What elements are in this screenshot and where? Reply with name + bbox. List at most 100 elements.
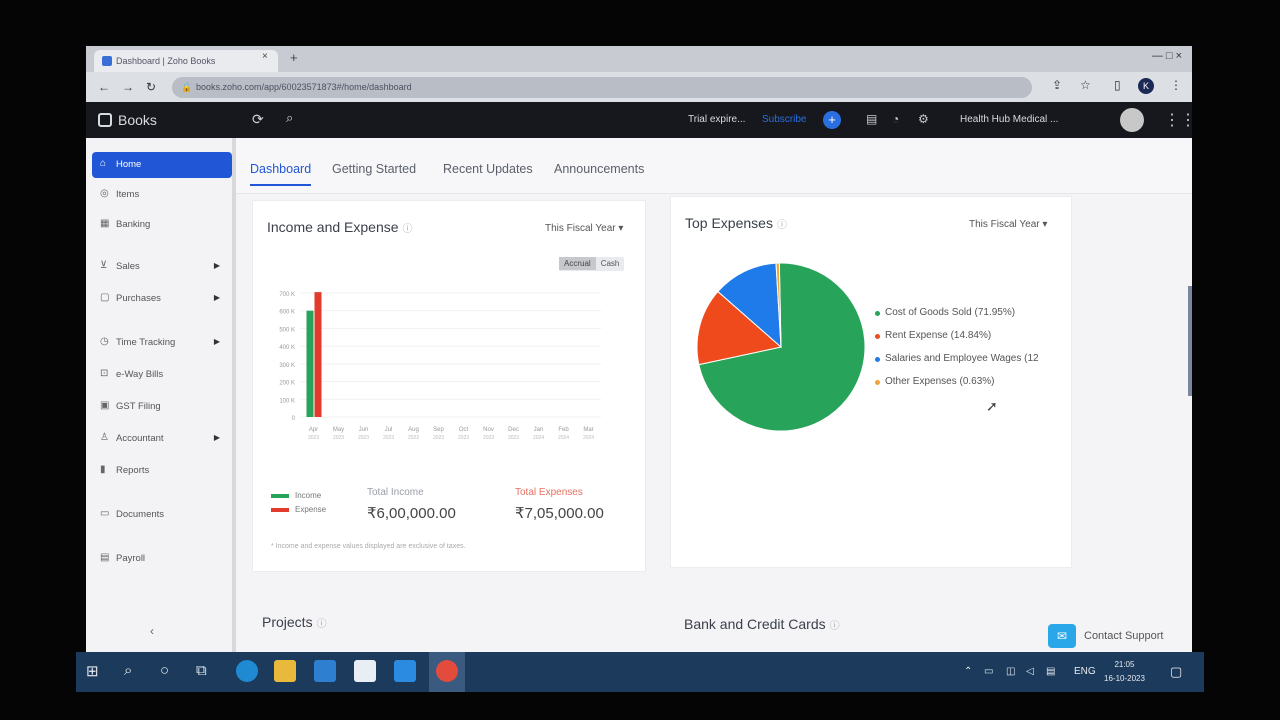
top-expenses-legend: Cost of Goods Sold (71.95%) Rent Expense … bbox=[875, 307, 1065, 399]
search-icon[interactable]: ⌕ bbox=[124, 662, 132, 679]
quick-create-button[interactable]: + bbox=[823, 111, 841, 129]
reports-icon: ▮ bbox=[100, 464, 106, 475]
accrual-option[interactable]: Accrual bbox=[559, 257, 596, 270]
tab-close-icon[interactable]: × bbox=[262, 51, 268, 62]
card-title-text: Top Expenses bbox=[685, 215, 773, 231]
sidebar-item-gst-filing[interactable]: ▣ GST Filing bbox=[92, 394, 232, 420]
collapse-sidebar-button[interactable]: ‹ bbox=[150, 624, 154, 638]
reload-icon[interactable]: ↻ bbox=[146, 80, 156, 94]
help-icon[interactable]: ⓘ bbox=[830, 621, 840, 632]
help-icon[interactable]: ⓘ bbox=[403, 224, 413, 235]
x-tick-year-label: 2024 bbox=[533, 435, 544, 441]
tab-announcements[interactable]: Announcements bbox=[554, 162, 644, 176]
tab-dashboard[interactable]: Dashboard bbox=[250, 162, 312, 186]
sidebar-item-banking[interactable]: ▦ Banking bbox=[92, 212, 232, 238]
sidebar-item-accountant[interactable]: ♙ Accountant ▶ bbox=[92, 426, 232, 452]
income-expense-period-dropdown[interactable]: This Fiscal Year ▾ bbox=[545, 223, 623, 234]
store-icon[interactable] bbox=[354, 660, 376, 682]
sidebar-item-eway-bills[interactable]: ⊡ e-Way Bills bbox=[92, 362, 232, 388]
sidebar-item-reports[interactable]: ▮ Reports bbox=[92, 458, 232, 484]
sidebar-item-label: Accountant bbox=[116, 433, 164, 444]
volume-icon[interactable]: ◁ bbox=[1026, 666, 1034, 677]
truck-icon: ⊡ bbox=[100, 368, 109, 379]
sidebar-item-label: Payroll bbox=[116, 553, 146, 564]
top-expenses-period-dropdown[interactable]: This Fiscal Year ▾ bbox=[969, 219, 1047, 230]
organization-switcher[interactable]: Health Hub Medical ... bbox=[960, 114, 1058, 125]
windows-start-icon[interactable]: ⊞ bbox=[86, 662, 99, 680]
x-tick-year-label: 2024 bbox=[583, 435, 594, 441]
bookmark-star-icon[interactable]: ☆ bbox=[1080, 78, 1091, 92]
cash-option[interactable]: Cash bbox=[596, 257, 625, 270]
x-tick-year-label: 2024 bbox=[558, 435, 569, 441]
new-tab-button[interactable]: + bbox=[290, 50, 298, 65]
file-explorer-icon[interactable] bbox=[274, 660, 296, 682]
income-swatch bbox=[271, 493, 289, 498]
help-icon[interactable]: ⓘ bbox=[777, 220, 787, 231]
total-income-label: Total Income bbox=[367, 487, 424, 498]
folder-icon: ▭ bbox=[100, 508, 110, 519]
recent-activity-icon[interactable]: ⟳ bbox=[252, 111, 264, 128]
app-logo[interactable]: Books bbox=[98, 112, 157, 128]
sidepanel-icon[interactable]: ▯ bbox=[1114, 78, 1121, 92]
notifications-icon[interactable]: ▢ bbox=[1170, 664, 1182, 680]
app-grid-icon[interactable]: ⋮⋮ bbox=[1164, 110, 1192, 130]
notification-bell-icon[interactable]: ◔ bbox=[892, 112, 899, 126]
chrome-browser-icon[interactable] bbox=[436, 660, 458, 682]
x-tick-year-label: 2023 bbox=[308, 435, 319, 441]
sidebar-item-home[interactable]: ⌂ Home bbox=[92, 152, 232, 178]
address-bar[interactable]: 🔒 books.zoho.com/app/60023571873#/home/d… bbox=[172, 77, 1032, 98]
browser-tab[interactable]: Dashboard | Zoho Books bbox=[94, 50, 278, 72]
settings-gear-icon[interactable]: ⚙ bbox=[918, 112, 929, 126]
legend-expense-label: Expense bbox=[295, 505, 327, 514]
section-title-text: Bank and Credit Cards bbox=[684, 616, 826, 632]
y-tick-label: 700 K bbox=[279, 292, 295, 298]
back-arrow-icon[interactable]: ← bbox=[98, 80, 110, 94]
window-controls[interactable]: — □ × bbox=[1152, 50, 1182, 62]
y-tick-label: 400 K bbox=[279, 345, 295, 351]
help-icon[interactable]: ⓘ bbox=[317, 619, 327, 630]
keyboard-icon[interactable]: ▤ bbox=[1046, 666, 1055, 677]
battery-icon[interactable]: ▭ bbox=[984, 666, 993, 677]
sidebar-item-purchases[interactable]: ▢ Purchases ▶ bbox=[92, 286, 232, 312]
sidebar-item-sales[interactable]: ⊻ Sales ▶ bbox=[92, 254, 232, 280]
browser-tab-title: Dashboard | Zoho Books bbox=[116, 56, 216, 66]
task-view-icon[interactable]: ⧉ bbox=[196, 662, 207, 679]
cortana-icon[interactable]: ○ bbox=[160, 662, 169, 679]
x-tick-label: Apr bbox=[309, 427, 318, 433]
browser-menu-icon[interactable]: ⋮ bbox=[1170, 78, 1182, 92]
accounting-basis-toggle: Accrual Cash bbox=[559, 257, 625, 271]
subscribe-link[interactable]: Subscribe bbox=[762, 114, 806, 125]
language-indicator[interactable]: ENG bbox=[1074, 666, 1096, 677]
sidebar-scrollbar[interactable] bbox=[232, 138, 236, 654]
browser-profile-icon[interactable]: K bbox=[1138, 78, 1154, 94]
sidebar-item-payroll[interactable]: ▤ Payroll bbox=[92, 546, 232, 572]
edge-browser-icon[interactable] bbox=[236, 660, 258, 682]
sidebar-item-items[interactable]: ◎ Items bbox=[92, 182, 232, 208]
sidebar-item-time-tracking[interactable]: ◷ Time Tracking ▶ bbox=[92, 330, 232, 356]
sidebar-item-documents[interactable]: ▭ Documents bbox=[92, 502, 232, 528]
office-icon[interactable] bbox=[394, 660, 416, 682]
mail-icon[interactable] bbox=[314, 660, 336, 682]
user-avatar[interactable] bbox=[1120, 108, 1144, 132]
system-clock[interactable]: 21:05 16-10-2023 bbox=[1104, 658, 1145, 686]
calendar-icon[interactable]: ▤ bbox=[866, 112, 877, 126]
x-tick-year-label: 2023 bbox=[358, 435, 369, 441]
bag-icon: ▢ bbox=[100, 292, 110, 303]
tab-getting-started[interactable]: Getting Started bbox=[332, 162, 416, 176]
tray-chevron-icon[interactable]: ⌃ bbox=[964, 666, 972, 677]
total-expenses: Total Expenses ₹7,05,000.00 bbox=[515, 487, 604, 522]
legend-dot bbox=[875, 334, 880, 339]
forward-arrow-icon[interactable]: → bbox=[122, 80, 134, 94]
tab-recent-updates[interactable]: Recent Updates bbox=[443, 162, 533, 176]
contact-support-button[interactable]: ✉ Contact Support bbox=[1048, 624, 1164, 648]
page-scrollbar[interactable] bbox=[1188, 286, 1192, 396]
legend-income-label: Income bbox=[295, 491, 322, 500]
search-icon[interactable]: ⌕ bbox=[286, 110, 293, 126]
y-tick-label: 0 bbox=[292, 416, 296, 422]
x-tick-label: May bbox=[333, 427, 344, 433]
expense-swatch bbox=[271, 507, 289, 512]
share-icon[interactable]: ⇪ bbox=[1052, 78, 1062, 92]
x-tick-year-label: 2023 bbox=[458, 435, 469, 441]
network-icon[interactable]: ◫ bbox=[1006, 666, 1015, 677]
sidebar-item-label: e-Way Bills bbox=[116, 369, 164, 380]
